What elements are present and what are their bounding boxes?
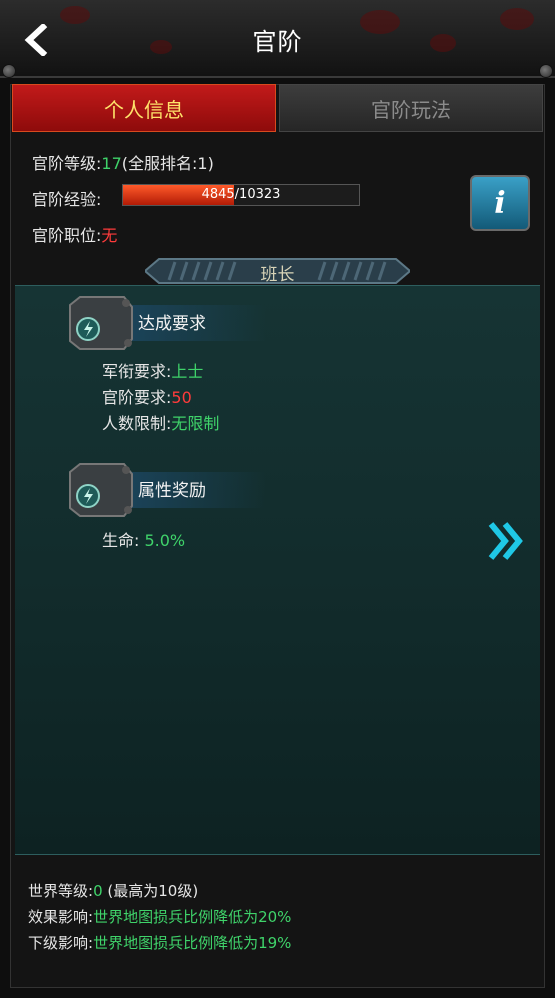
rank-name: 班长 xyxy=(260,265,295,285)
sub-effect-line: 下级影响:世界地图损兵比例降低为19% xyxy=(28,934,292,952)
exp-label: 官阶经验: xyxy=(32,190,102,209)
title-bar: 官阶 xyxy=(0,0,555,78)
position-label: 官阶职位: xyxy=(32,226,102,245)
rewards-header: 属性奖励 xyxy=(66,462,266,518)
position-value: 无 xyxy=(101,226,118,245)
info-button[interactable]: i xyxy=(470,175,530,231)
tab-rank-gameplay[interactable]: 官阶玩法 xyxy=(279,84,543,132)
rank-level-value: 17 xyxy=(101,154,122,173)
tab-personal-info[interactable]: 个人信息 xyxy=(12,84,276,132)
requirements-title: 达成要求 xyxy=(138,314,206,334)
rank-requirement: 官阶要求:50 xyxy=(102,388,192,407)
effect-line: 效果影响:世界地图损兵比例降低为20% xyxy=(28,908,292,926)
double-chevron-right-icon xyxy=(488,522,523,560)
rank-banner: 班长 xyxy=(145,256,410,286)
page-title: 官阶 xyxy=(252,28,303,56)
position-line: 官阶职位:无 xyxy=(32,222,117,246)
bolt-decoration xyxy=(539,64,553,78)
info-icon: i xyxy=(494,185,506,221)
bolt-decoration xyxy=(2,64,16,78)
rewards-title: 属性奖励 xyxy=(138,481,206,501)
world-level-line: 世界等级:0 (最高为10级) xyxy=(28,882,199,900)
rank-level-line: 官阶等级:17(全服排名:1) xyxy=(32,150,214,174)
next-rank-button[interactable] xyxy=(485,518,531,564)
rank-level-label: 官阶等级: xyxy=(32,154,102,173)
requirements-header: 达成要求 xyxy=(66,295,266,351)
headcount-limit: 人数限制:无限制 xyxy=(102,414,220,433)
military-requirement: 军衔要求:上士 xyxy=(102,362,204,381)
server-rank-text: (全服排名:1) xyxy=(121,154,214,173)
rank-detail-area xyxy=(15,285,540,855)
life-bonus: 生命: 5.0% xyxy=(102,531,186,550)
exp-progress-text: 4845/10323 xyxy=(201,187,281,202)
exp-progress-bar: 4845/10323 xyxy=(122,184,360,206)
